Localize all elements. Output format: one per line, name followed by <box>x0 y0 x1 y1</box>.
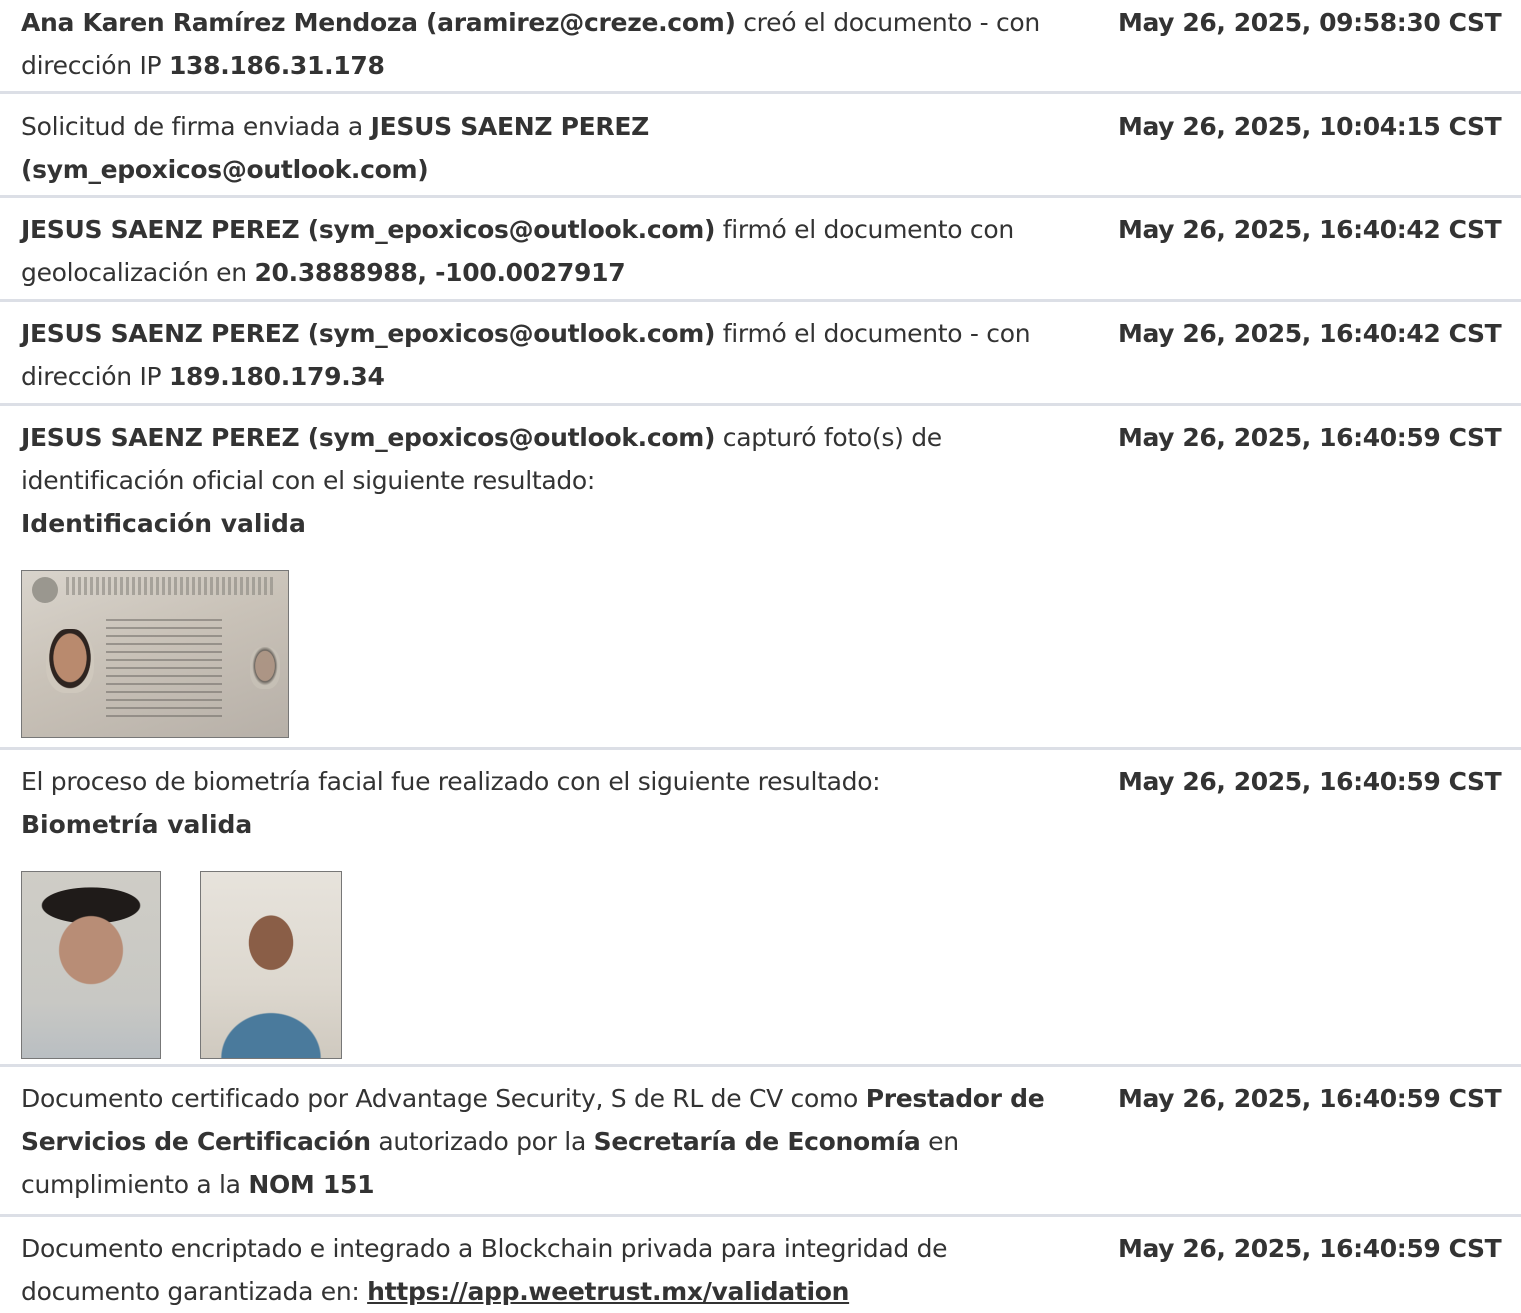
entry-timestamp: May 26, 2025, 09:58:30 CST <box>1118 8 1502 37</box>
id-card-photo <box>21 570 289 738</box>
entry-timestamp: May 26, 2025, 16:40:59 CST <box>1118 423 1502 452</box>
entry-description: El proceso de biometría facial fue reali… <box>21 760 1083 803</box>
ip-address: 138.186.31.178 <box>168 51 385 80</box>
log-entry-document-created: Ana Karen Ramírez Mendoza (aramirez@crez… <box>0 0 1521 94</box>
audit-log: Ana Karen Ramírez Mendoza (aramirez@crez… <box>0 0 1521 1309</box>
entry-description: JESUS SAENZ PEREZ (sym_epoxicos@outlook.… <box>21 416 1001 502</box>
log-entry-signed-ip: JESUS SAENZ PEREZ (sym_epoxicos@outlook.… <box>0 302 1521 406</box>
id-card-header <box>66 577 276 595</box>
coat-of-arms-icon <box>32 577 58 603</box>
action-text: El proceso de biometría facial fue reali… <box>21 767 881 796</box>
norm: NOM 151 <box>248 1170 375 1199</box>
entry-description: JESUS SAENZ PEREZ (sym_epoxicos@outlook.… <box>21 312 1083 398</box>
log-entry-signature-request: Solicitud de firma enviada a JESUS SAENZ… <box>0 94 1521 198</box>
biometric-result: Biometría valida <box>21 810 253 839</box>
id-result: Identificación valida <box>21 509 306 538</box>
entry-timestamp: May 26, 2025, 16:40:59 CST <box>1118 767 1502 796</box>
entry-timestamp: May 26, 2025, 10:04:15 CST <box>1118 112 1502 141</box>
entry-timestamp: May 26, 2025, 16:40:42 CST <box>1118 215 1502 244</box>
entry-description: Solicitud de firma enviada a JESUS SAENZ… <box>21 105 721 191</box>
validation-link[interactable]: https://app.weetrust.mx/validation <box>367 1277 849 1306</box>
actor-text: JESUS SAENZ PEREZ (sym_epoxicos@outlook.… <box>21 215 716 244</box>
id-card-details <box>106 619 222 719</box>
entry-timestamp: May 26, 2025, 16:40:42 CST <box>1118 319 1502 348</box>
log-entry-signed-geolocation: JESUS SAENZ PEREZ (sym_epoxicos@outlook.… <box>0 198 1521 302</box>
id-portrait-icon <box>46 629 94 693</box>
actor-text: Ana Karen Ramírez Mendoza (aramirez@crez… <box>21 8 736 37</box>
entry-description: JESUS SAENZ PEREZ (sym_epoxicos@outlook.… <box>21 208 1083 294</box>
actor-text: JESUS SAENZ PEREZ (sym_epoxicos@outlook.… <box>21 319 716 348</box>
log-entry-biometrics: El proceso de biometría facial fue reali… <box>0 750 1521 1067</box>
log-entry-blockchain: Documento encriptado e integrado a Block… <box>0 1217 1521 1309</box>
ip-address: 189.180.179.34 <box>168 362 385 391</box>
log-entry-certification: Documento certificado por Advantage Secu… <box>0 1067 1521 1217</box>
action-text: Solicitud de firma enviada a <box>21 112 371 141</box>
action-text: autorizado por la <box>370 1127 594 1156</box>
id-ghost-portrait-icon <box>250 647 280 689</box>
entry-description: Ana Karen Ramírez Mendoza (aramirez@crez… <box>21 1 1083 87</box>
entry-timestamp: May 26, 2025, 16:40:59 CST <box>1118 1084 1502 1113</box>
entry-description: Documento certificado por Advantage Secu… <box>21 1077 1083 1206</box>
authority: Secretaría de Economía <box>593 1127 921 1156</box>
entry-description: Documento encriptado e integrado a Block… <box>21 1227 1083 1313</box>
id-face-photo <box>21 871 161 1059</box>
actor-text: JESUS SAENZ PEREZ (sym_epoxicos@outlook.… <box>21 423 716 452</box>
log-entry-id-capture: JESUS SAENZ PEREZ (sym_epoxicos@outlook.… <box>0 406 1521 750</box>
entry-timestamp: May 26, 2025, 16:40:59 CST <box>1118 1234 1502 1263</box>
geolocation: 20.3888988, -100.0027917 <box>254 258 626 287</box>
action-text: Documento certificado por Advantage Secu… <box>21 1084 866 1113</box>
selfie-photo <box>200 871 342 1059</box>
